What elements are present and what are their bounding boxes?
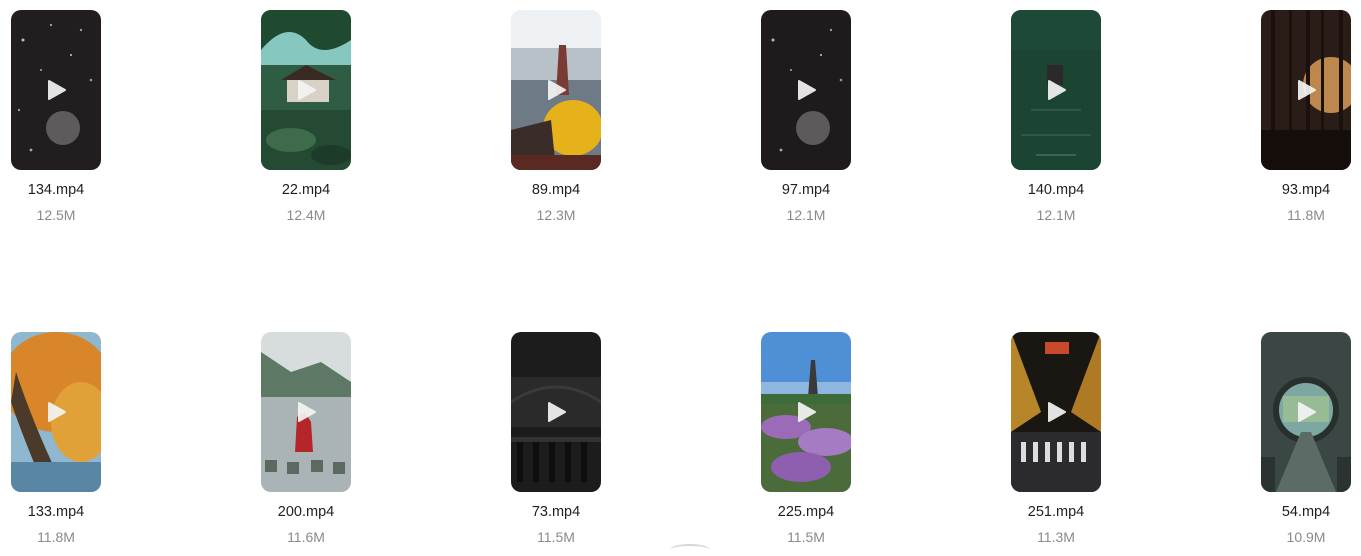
file-size: 12.1M — [1036, 207, 1076, 223]
file-size: 12.4M — [286, 207, 326, 223]
play-icon — [298, 80, 316, 100]
video-thumbnail[interactable] — [1261, 332, 1351, 492]
video-tile[interactable]: 22.mp4 12.4M — [231, 0, 381, 230]
video-thumbnail[interactable] — [261, 10, 351, 170]
video-tile[interactable]: 93.mp4 11.8M — [1231, 0, 1361, 230]
video-thumbnail[interactable] — [11, 10, 101, 170]
play-icon — [1048, 80, 1066, 100]
file-size: 12.5M — [36, 207, 76, 223]
file-name: 22.mp4 — [281, 182, 331, 198]
video-thumbnail[interactable] — [761, 10, 851, 170]
file-name: 134.mp4 — [27, 182, 85, 198]
file-name: 54.mp4 — [1281, 504, 1331, 520]
video-tile[interactable]: 134.mp4 12.5M — [0, 0, 131, 230]
play-icon — [1298, 80, 1316, 100]
video-thumbnail[interactable] — [1011, 10, 1101, 170]
file-size: 11.5M — [537, 529, 575, 545]
play-icon — [548, 80, 566, 100]
play-icon — [1048, 402, 1066, 422]
video-thumbnail[interactable] — [1261, 10, 1351, 170]
file-size: 11.8M — [1287, 207, 1325, 223]
video-tile[interactable]: 140.mp4 12.1M — [981, 0, 1131, 230]
video-thumbnail[interactable] — [261, 332, 351, 492]
file-size: 11.5M — [787, 529, 825, 545]
file-name: 140.mp4 — [1027, 182, 1085, 198]
play-icon — [48, 402, 66, 422]
video-tile[interactable]: 97.mp4 12.1M — [731, 0, 881, 230]
file-size: 12.3M — [536, 207, 576, 223]
play-icon — [1298, 402, 1316, 422]
play-icon — [798, 402, 816, 422]
file-size: 11.8M — [37, 529, 75, 545]
file-name: 200.mp4 — [277, 504, 335, 520]
file-name: 97.mp4 — [781, 182, 831, 198]
play-icon — [48, 80, 66, 100]
scroll-indicator — [670, 544, 710, 556]
file-size: 12.1M — [786, 207, 826, 223]
file-name: 73.mp4 — [531, 504, 581, 520]
video-tile[interactable]: 73.mp4 11.5M — [481, 322, 631, 552]
video-tile[interactable]: 54.mp4 10.9M — [1231, 322, 1361, 552]
file-size: 11.3M — [1037, 529, 1075, 545]
video-tile[interactable]: 225.mp4 11.5M — [731, 322, 881, 552]
video-thumbnail[interactable] — [511, 10, 601, 170]
file-name: 93.mp4 — [1281, 182, 1331, 198]
video-tile[interactable]: 251.mp4 11.3M — [981, 322, 1131, 552]
file-name: 133.mp4 — [27, 504, 85, 520]
file-size: 11.6M — [287, 529, 325, 545]
video-thumbnail[interactable] — [1011, 332, 1101, 492]
file-name: 225.mp4 — [777, 504, 835, 520]
file-name: 89.mp4 — [531, 182, 581, 198]
video-thumbnail[interactable] — [511, 332, 601, 492]
play-icon — [298, 402, 316, 422]
video-tile[interactable]: 89.mp4 12.3M — [481, 0, 631, 230]
video-tile[interactable]: 133.mp4 11.8M — [0, 322, 131, 552]
video-thumbnail[interactable] — [11, 332, 101, 492]
play-icon — [548, 402, 566, 422]
video-tile[interactable]: 200.mp4 11.6M — [231, 322, 381, 552]
file-size: 10.9M — [1286, 529, 1326, 545]
file-name: 251.mp4 — [1027, 504, 1085, 520]
play-icon — [798, 80, 816, 100]
video-grid: 134.mp4 12.5M 22.mp4 12.4M 89.mp4 12.3M … — [0, 0, 1361, 549]
video-thumbnail[interactable] — [761, 332, 851, 492]
